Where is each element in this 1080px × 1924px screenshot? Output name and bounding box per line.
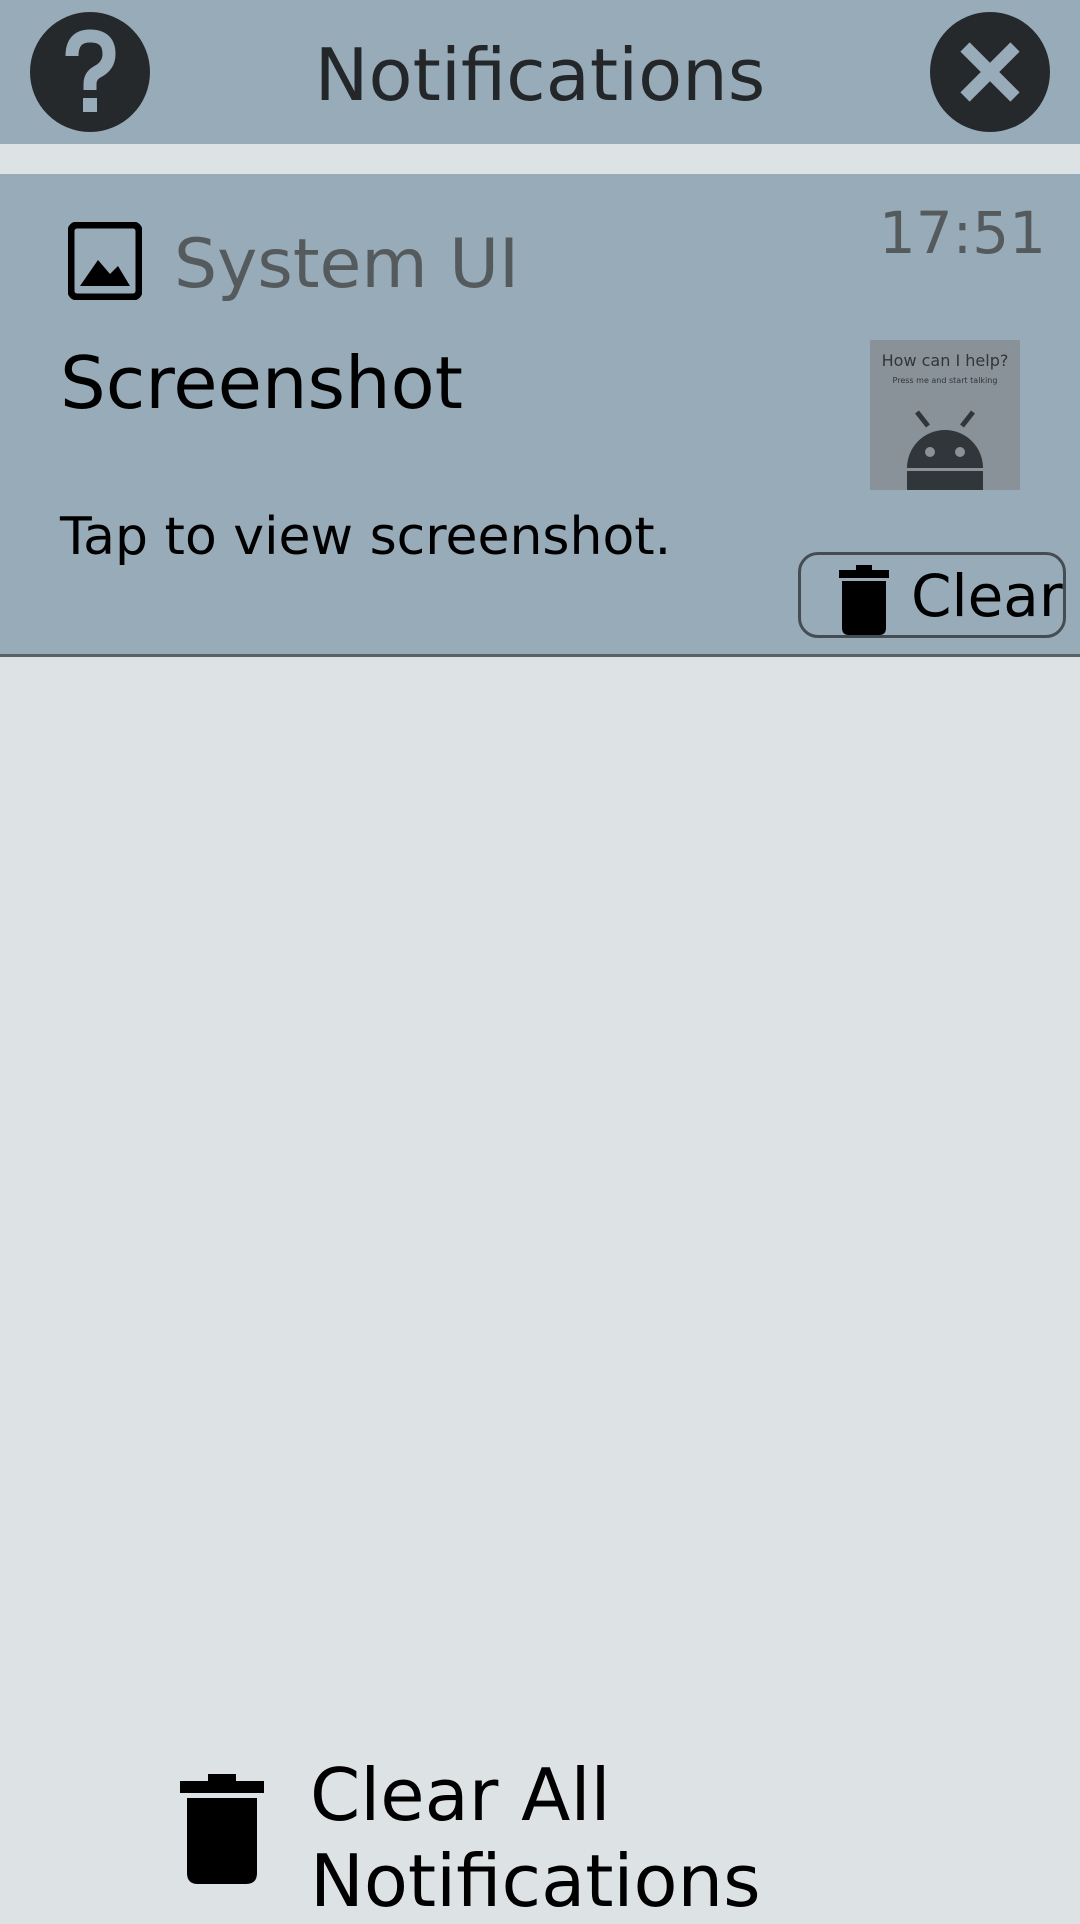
close-icon xyxy=(960,42,1020,102)
notification-text: Tap to view screenshot. xyxy=(60,507,672,567)
android-robot-icon xyxy=(907,410,983,490)
clear-all-label-line1: Clear All xyxy=(310,1753,611,1837)
clear-all-label: Clear All Notifications xyxy=(310,1752,761,1924)
page-title: Notifications xyxy=(314,33,766,117)
notification-title: Screenshot xyxy=(60,341,463,425)
screenshot-thumbnail[interactable]: How can I help? Press me and start talki… xyxy=(870,340,1020,490)
notification-card[interactable]: System UI 17:51 Screenshot Tap to view s… xyxy=(0,174,1080,657)
close-button[interactable] xyxy=(930,12,1050,132)
notification-time: 17:51 xyxy=(878,199,1046,267)
clear-all-button[interactable]: Clear All Notifications xyxy=(160,1748,920,1923)
clear-notification-button[interactable]: Clear xyxy=(798,552,1066,638)
header-bar: Notifications xyxy=(0,0,1080,144)
app-name: System UI xyxy=(174,225,520,304)
image-icon xyxy=(68,222,142,300)
clear-label: Clear xyxy=(911,562,1063,630)
clear-all-label-line2: Notifications xyxy=(310,1839,761,1923)
trash-icon xyxy=(839,565,889,635)
trash-icon xyxy=(180,1774,264,1884)
